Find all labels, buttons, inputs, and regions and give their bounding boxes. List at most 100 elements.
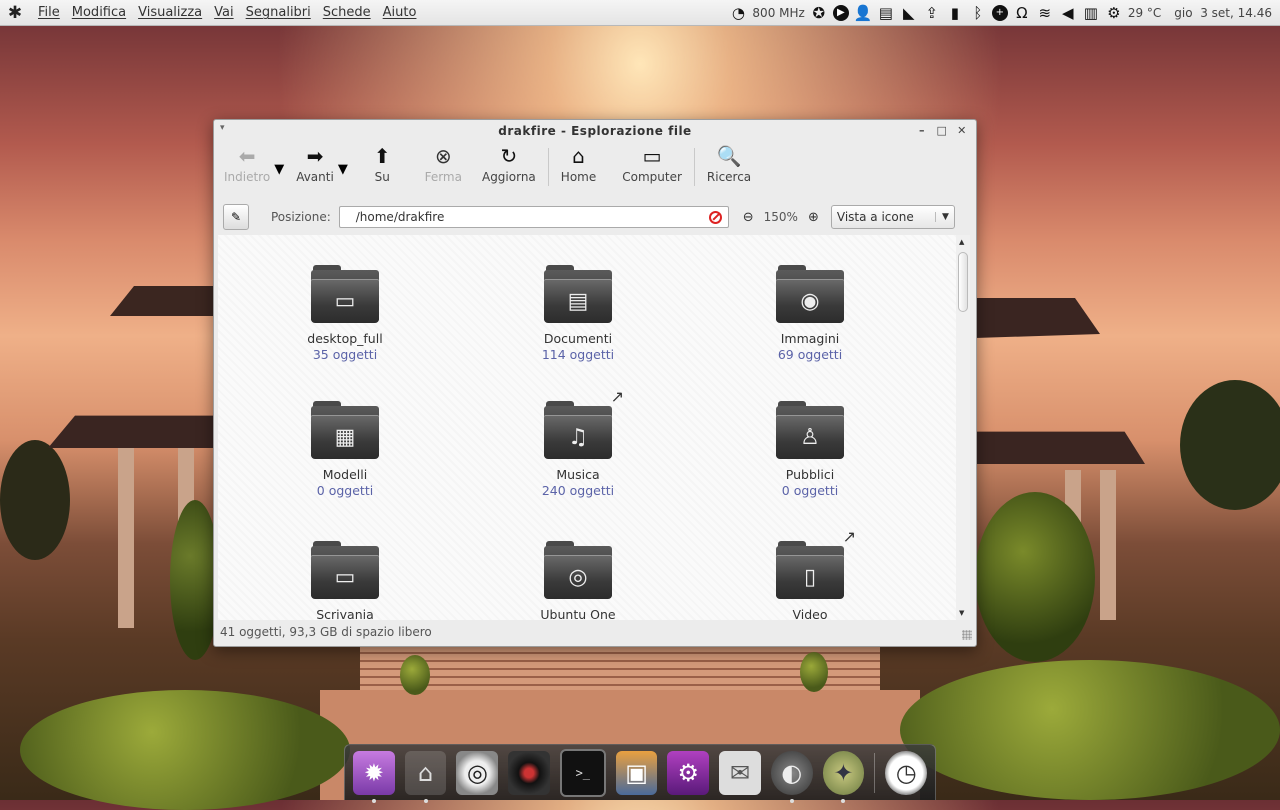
menu-schede[interactable]: Schede (317, 5, 377, 20)
maximize-button[interactable]: □ (936, 123, 948, 137)
scrollbar-thumb[interactable] (958, 252, 968, 312)
printer-icon[interactable]: ▤ (877, 4, 895, 22)
computer-icon: ▭ (642, 144, 662, 168)
forward-history-dropdown[interactable]: ▼ (338, 162, 348, 177)
back-history-dropdown[interactable]: ▼ (274, 162, 284, 177)
minimize-button[interactable]: – (916, 123, 928, 137)
symlink-arrow-icon: ↗ (610, 387, 624, 406)
symlink-arrow-icon: ↗ (842, 527, 856, 546)
file-item[interactable]: ▤ Documenti 114 oggetti (488, 265, 668, 362)
file-item[interactable]: ▯ ↗ Video (720, 527, 900, 620)
zoom-control: ⊖ 150% ⊕ (743, 210, 819, 225)
ubuntu-one-folder-icon: ◎ (544, 541, 612, 599)
graphics-editor-icon[interactable]: ⚙ (667, 750, 710, 795)
menu-visualizza[interactable]: Visualizza (132, 5, 208, 20)
clock[interactable]: gio 3 set, 14.46 (1174, 6, 1272, 20)
dock: ✹ ⌂ ◎ >_ ▣ ⚙ ✉ ◐ ✦ ◷ (344, 744, 936, 803)
volume-icon[interactable]: ◀ (1059, 4, 1077, 22)
search-icon: 🔍 (716, 144, 742, 168)
scroll-down-icon[interactable]: ▼ (959, 609, 964, 617)
reload-button[interactable]: ↻ Aggiorna (478, 144, 540, 190)
file-item[interactable]: ▭ desktop_full 35 oggetti (255, 265, 435, 362)
bluetooth-icon[interactable]: ᛒ (969, 4, 987, 22)
zoom-out-icon[interactable]: ⊖ (743, 210, 754, 225)
arrow-up-icon: ⬆ (373, 144, 391, 168)
menu-vai[interactable]: Vai (208, 5, 239, 20)
computer-button[interactable]: ▭ Computer (618, 144, 686, 190)
file-item[interactable]: ▦ Modelli 0 oggetti (255, 401, 435, 498)
toolbar-separator (547, 148, 549, 186)
desktop-folder-icon: ▭ (311, 541, 379, 599)
temperature[interactable]: 29 °C (1128, 6, 1161, 20)
back-button[interactable]: ⬅ Indietro (220, 144, 274, 190)
forward-button[interactable]: ➡ Avanti (292, 144, 338, 190)
location-input[interactable]: /home/drakfire (338, 206, 729, 228)
file-item[interactable]: ▭ Scrivania (255, 541, 435, 620)
clock-icon[interactable]: ◷ (885, 750, 928, 795)
location-path: /home/drakfire (355, 210, 445, 224)
desktop-folder-icon: ▭ (311, 265, 379, 323)
public-folder-icon: ♙ (776, 401, 844, 459)
scroll-up-icon[interactable]: ▲ (959, 238, 964, 246)
camera-icon[interactable] (508, 750, 550, 795)
dock-separator (874, 752, 876, 793)
toolbar-separator (693, 148, 695, 186)
update-icon[interactable]: ⇪ (923, 4, 941, 22)
launcher-icon[interactable]: ✹ (353, 750, 395, 803)
wifi-icon[interactable]: ≋ (1036, 4, 1054, 22)
trash-icon[interactable]: ▥ (1082, 4, 1100, 22)
home-icon: ⌂ (572, 144, 585, 168)
add-icon[interactable]: + (991, 4, 1008, 21)
zoom-level[interactable]: 150% (764, 210, 798, 224)
window-menu-icon[interactable]: ▾ (220, 123, 225, 133)
speedometer-icon[interactable]: ◔ (729, 4, 747, 22)
vertical-scrollbar[interactable]: ▲ ▼ (956, 235, 970, 620)
system-tray: ◔ 800 MHz ✪ ▶ 👤 ▤ ◣ ⇪ ▮ ᛒ + Ω ≋ ◀ ▥ ⚙ 29… (729, 4, 1280, 22)
chevron-down-icon: ▼ (934, 212, 949, 222)
file-item[interactable]: ♙ Pubblici 0 oggetti (720, 401, 900, 498)
templates-folder-icon: ▦ (311, 401, 379, 459)
zoom-in-icon[interactable]: ⊕ (808, 210, 819, 225)
window-title: drakfire - Esplorazione file (498, 124, 692, 138)
file-item[interactable]: ♫ ↗ Musica 240 oggetti (488, 387, 668, 498)
window-titlebar[interactable]: ▾ drakfire - Esplorazione file – □ ✕ (214, 120, 976, 142)
file-item[interactable]: ◉ Immagini 69 oggetti (720, 265, 900, 362)
home-folder-icon[interactable]: ⌂ (404, 750, 447, 803)
clear-location-icon[interactable] (708, 210, 722, 224)
home-button[interactable]: ⌂ Home (557, 144, 600, 190)
location-label: Posizione: (271, 210, 331, 224)
headphones-icon[interactable]: Ω (1013, 4, 1031, 22)
safari-compass-icon[interactable]: ✦ (822, 750, 865, 803)
view-mode-select[interactable]: Vista a icone ▼ (830, 205, 955, 229)
ubuntu-one-icon[interactable]: ✪ (810, 4, 828, 22)
music-folder-icon: ♫ ↗ (544, 387, 624, 459)
menu-segnalibri[interactable]: Segnalibri (240, 5, 317, 20)
cpu-frequency[interactable]: 800 MHz (752, 6, 804, 20)
video-folder-icon: ▯ ↗ (776, 527, 856, 599)
toolbar: ⬅ Indietro ▼ ➡ Avanti ▼ ⬆ Su ⊗ Ferma ↻ A… (214, 144, 976, 192)
gear-icon[interactable]: ⚙ (1105, 4, 1123, 22)
play-icon[interactable]: ▶ (832, 4, 849, 21)
menu-modifica[interactable]: Modifica (66, 5, 132, 20)
terminal-icon[interactable]: >_ (559, 748, 606, 797)
rss-icon[interactable]: ◣ (900, 4, 918, 22)
stop-button[interactable]: ⊗ Ferma (421, 144, 466, 190)
search-button[interactable]: 🔍 Ricerca (703, 144, 755, 190)
status-bar: 41 oggetti, 93,3 GB di spazio libero (214, 620, 976, 644)
photo-viewer-icon[interactable]: ▣ (615, 750, 658, 795)
up-button[interactable]: ⬆ Su (370, 144, 395, 190)
battery-icon[interactable]: ▮ (946, 4, 964, 22)
file-icon-view[interactable]: ▭ desktop_full 35 oggetti ▤ Documenti 11… (218, 235, 956, 620)
file-item[interactable]: ◎ Ubuntu One (488, 541, 668, 620)
menu-file[interactable]: File (32, 5, 66, 20)
documents-folder-icon: ▤ (544, 265, 612, 323)
toggle-location-edit-button[interactable]: ✎ (223, 204, 249, 230)
music-player-icon[interactable]: ◎ (456, 750, 499, 795)
firefox-icon[interactable]: ◐ (770, 750, 813, 803)
system-menu-icon[interactable]: ✱ (4, 2, 26, 24)
mail-icon[interactable]: ✉ (719, 750, 761, 795)
close-button[interactable]: ✕ (956, 123, 968, 137)
resize-grip-icon[interactable] (962, 630, 972, 640)
menu-aiuto[interactable]: Aiuto (377, 5, 423, 20)
user-icon[interactable]: 👤 (853, 4, 872, 22)
